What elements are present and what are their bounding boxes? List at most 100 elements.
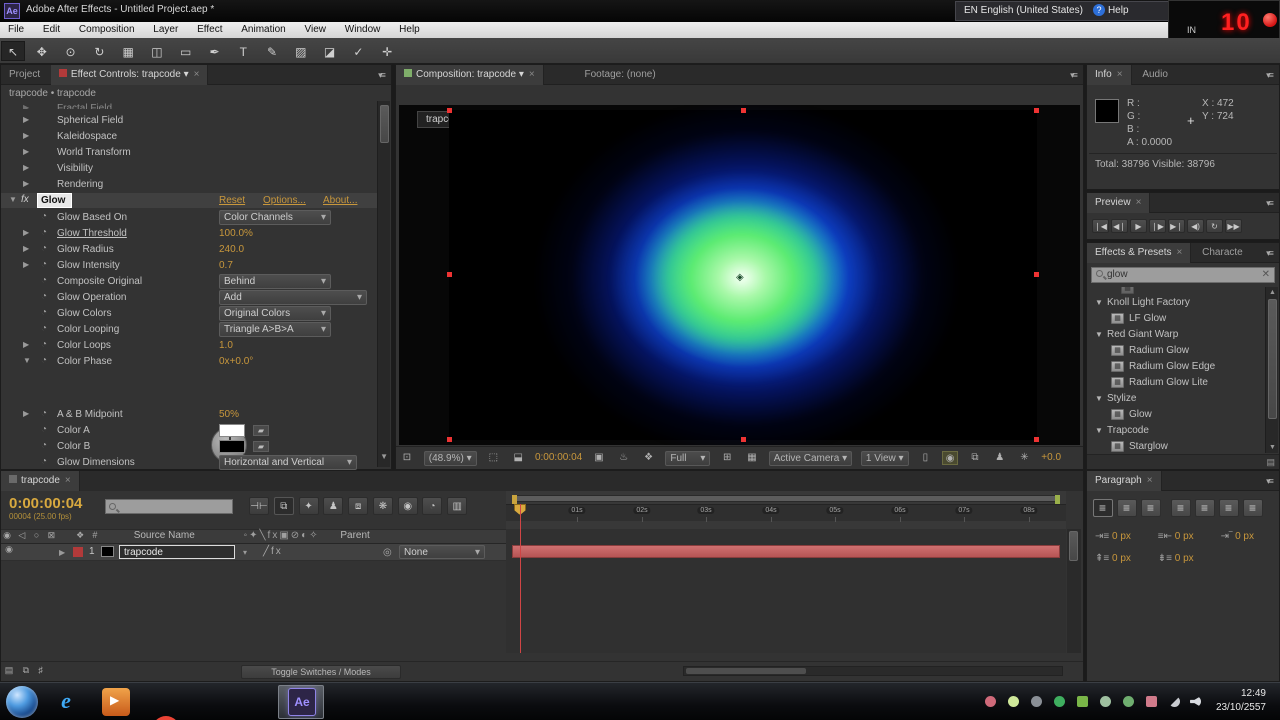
brainstorm-icon[interactable]: ◉ <box>397 497 418 515</box>
timeline-hscrollbar[interactable] <box>683 666 1063 676</box>
composition-viewer[interactable]: trapcode ◈ <box>399 105 1080 445</box>
menu-layer[interactable]: Layer <box>145 22 186 37</box>
solo-column-icon[interactable]: ○ <box>31 530 43 540</box>
volume-icon[interactable] <box>1190 696 1201 707</box>
scroll-down-icon[interactable]: ▼ <box>1269 444 1276 451</box>
composition-frame[interactable]: ◈ <box>447 105 1039 445</box>
timeline-button-icon[interactable]: ⧉ <box>967 451 983 465</box>
stopwatch-icon[interactable] <box>41 456 47 467</box>
menu-view[interactable]: View <box>297 22 335 37</box>
source-name-column[interactable]: Source Name <box>134 530 195 541</box>
stopwatch-icon[interactable] <box>41 355 47 366</box>
shape-tool-icon[interactable]: ▭ <box>174 42 198 62</box>
resolution-dropdown[interactable]: Full <box>665 451 711 466</box>
tray-icon[interactable] <box>985 696 996 707</box>
layer-row[interactable]: ◉ ▶ 1 trapcode ▾ ╱fx ◎ None <box>1 544 506 561</box>
twirl-icon[interactable]: ▼ <box>1095 426 1103 435</box>
tray-icon[interactable] <box>1100 696 1111 707</box>
expander-icon[interactable]: ▶ <box>23 228 29 237</box>
help-icon[interactable]: ? <box>1092 4 1105 16</box>
expand-in-out-icon[interactable]: ⧉ <box>20 665 32 676</box>
eyedropper-icon[interactable]: ▰ <box>253 441 269 452</box>
tree-effect[interactable]: ▦ Radium Glow Lite <box>1087 375 1264 391</box>
reset-exposure-icon[interactable]: ✳ <box>1016 451 1032 465</box>
timeline-current-time[interactable]: 0:00:00:04 <box>9 495 82 512</box>
menu-window[interactable]: Window <box>337 22 389 37</box>
video-column-icon[interactable]: ◉ <box>1 530 13 541</box>
effect-group-row[interactable]: ▶ Rendering <box>1 177 377 193</box>
magnification-dropdown[interactable]: (48.9%) <box>423 451 477 466</box>
composition-mini-flowchart-icon[interactable]: ⊣⊢ <box>249 497 269 515</box>
selection-handle[interactable] <box>741 108 746 113</box>
stopwatch-icon[interactable] <box>41 323 47 334</box>
close-icon[interactable] <box>189 69 200 80</box>
expander-icon[interactable]: ▶ <box>23 131 29 140</box>
selection-handle[interactable] <box>1034 272 1039 277</box>
menu-help[interactable]: Help <box>391 22 428 37</box>
selection-handle[interactable] <box>1034 437 1039 442</box>
transparency-grid-icon[interactable]: ▦ <box>744 451 760 465</box>
comp-flowchart-icon[interactable]: ♟ <box>992 451 1008 465</box>
expander-icon[interactable]: ▶ <box>23 147 29 156</box>
puppet-pin-tool-icon[interactable]: ✛ <box>375 42 399 62</box>
tree-effect[interactable]: ▦ Radium Glow <box>1087 343 1264 359</box>
clone-stamp-tool-icon[interactable]: ▨ <box>289 42 313 62</box>
expander-icon[interactable]: ▶ <box>23 409 29 418</box>
internet-explorer-icon[interactable]: e <box>52 688 80 716</box>
tab-effect-controls[interactable]: Effect Controls: trapcode <box>50 65 209 85</box>
align-left-button[interactable] <box>1093 499 1113 517</box>
color-a-swatch[interactable] <box>219 424 245 437</box>
expand-modes-icon[interactable]: ♯ <box>35 665 47 675</box>
twirl-icon[interactable]: ▼ <box>1095 394 1103 403</box>
hide-shy-layers-icon[interactable]: ♟ <box>323 497 344 515</box>
tree-effect[interactable]: ▦ Radium Glow Edge <box>1087 359 1264 375</box>
ab-midpoint-value[interactable]: 50% <box>219 409 239 420</box>
stopwatch-icon[interactable] <box>41 211 47 222</box>
align-right-button[interactable] <box>1141 499 1161 517</box>
always-preview-icon[interactable]: ⊡ <box>399 451 415 465</box>
snapshot-icon[interactable]: ▣ <box>591 451 607 465</box>
glow-operation-dropdown[interactable]: Add <box>219 290 367 305</box>
justify-last-left-button[interactable] <box>1171 499 1191 517</box>
tree-folder[interactable]: ▼ Red Giant Warp <box>1087 327 1264 343</box>
parent-column[interactable]: Parent <box>340 530 369 541</box>
channel-icon[interactable]: ❖ <box>641 451 657 465</box>
glow-dimensions-dropdown[interactable]: Horizontal and Vertical <box>219 455 357 470</box>
layer-visibility-icon[interactable]: ◉ <box>3 544 15 555</box>
brush-tool-icon[interactable]: ✎ <box>260 42 284 62</box>
selection-handle[interactable] <box>741 437 746 442</box>
layer-duration-bar[interactable] <box>512 545 1060 558</box>
start-button[interactable] <box>6 686 38 718</box>
color-b-swatch[interactable] <box>219 440 245 453</box>
menu-file[interactable]: File <box>0 22 32 37</box>
loop-icon[interactable]: ↻ <box>1206 219 1223 233</box>
type-tool-icon[interactable]: T <box>231 42 255 62</box>
tray-icon[interactable] <box>1031 696 1042 707</box>
indent-right-field[interactable]: ≡⇤ 0 px <box>1158 531 1214 542</box>
expander-icon[interactable]: ▶ <box>23 163 29 172</box>
mask-visibility-icon[interactable]: ⬓ <box>510 451 526 465</box>
tab-paragraph[interactable]: Paragraph <box>1087 471 1162 491</box>
stopwatch-icon[interactable] <box>41 408 47 419</box>
tab-audio[interactable]: Audio <box>1134 65 1176 85</box>
tray-icon[interactable] <box>1077 696 1088 707</box>
work-area-end-handle[interactable] <box>1055 495 1060 504</box>
justify-last-center-button[interactable] <box>1195 499 1215 517</box>
stopwatch-icon[interactable] <box>41 243 47 254</box>
space-before-field[interactable]: ⇞≡ 0 px <box>1095 553 1151 564</box>
layer-name-field[interactable]: trapcode <box>119 545 235 559</box>
ram-preview-icon[interactable]: ▶▶ <box>1225 219 1242 233</box>
work-area-bar[interactable] <box>512 495 1060 504</box>
language-bar[interactable]: EN English (United States)? Help <box>955 1 1170 21</box>
stopwatch-icon[interactable] <box>41 424 47 435</box>
scrollbar-thumb[interactable] <box>380 105 389 143</box>
system-clock[interactable]: 12:49 23/10/2557 <box>1216 687 1266 715</box>
scroll-up-icon[interactable]: ▲ <box>1269 289 1276 296</box>
tab-composition[interactable]: Composition: trapcode <box>396 65 544 85</box>
live-update-icon[interactable]: ⧉ <box>273 497 294 515</box>
hand-tool-icon[interactable]: ✥ <box>30 42 54 62</box>
first-frame-icon[interactable]: ❘◀ <box>1092 219 1109 233</box>
layer-switches[interactable]: ╱fx <box>263 546 283 557</box>
menu-composition[interactable]: Composition <box>71 22 143 37</box>
twirl-icon[interactable]: ▼ <box>1095 298 1103 307</box>
